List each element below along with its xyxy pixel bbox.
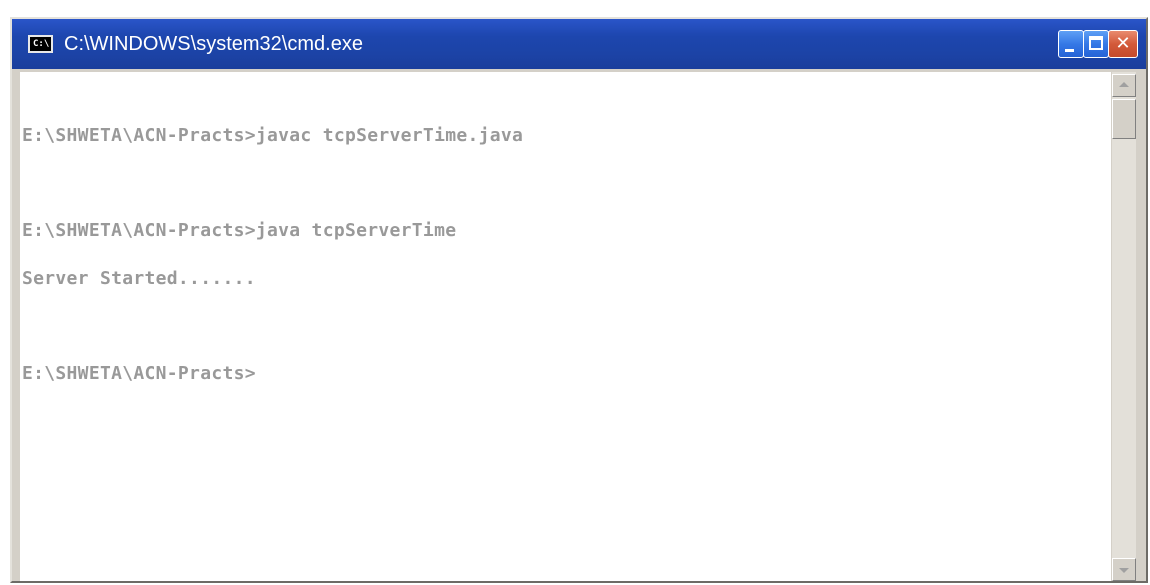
close-icon: ✕ <box>1115 33 1131 54</box>
console-line: Server Started....... <box>22 268 256 289</box>
console-line-blank <box>22 176 523 191</box>
title-bar[interactable]: C:\ C:\WINDOWS\system32\cmd.exe ✕ <box>12 19 1146 69</box>
maximize-button[interactable] <box>1083 30 1109 58</box>
console-line: E:\SHWETA\ACN-Practs>java tcpServerTime <box>22 220 457 241</box>
console-line-blank <box>22 319 523 334</box>
console-output: E:\SHWETA\ACN-Practs>javac tcpServerTime… <box>22 96 523 414</box>
cmd-icon-glyph: C:\ <box>33 39 50 49</box>
console-area[interactable]: E:\SHWETA\ACN-Practs>javac tcpServerTime… <box>20 72 1111 581</box>
cmd-window-icon[interactable]: C:\ <box>28 35 53 53</box>
scroll-down-button[interactable] <box>1112 558 1136 581</box>
maximize-icon <box>1089 36 1103 50</box>
console-line: E:\SHWETA\ACN-Practs> <box>22 363 256 384</box>
scroll-up-button[interactable] <box>1112 74 1136 97</box>
vertical-scrollbar[interactable] <box>1112 72 1136 581</box>
scrollbar-thumb[interactable] <box>1112 99 1136 139</box>
minimize-button[interactable] <box>1058 30 1084 58</box>
close-button[interactable]: ✕ <box>1108 30 1138 58</box>
console-line: E:\SHWETA\ACN-Practs>javac tcpServerTime… <box>22 125 524 146</box>
cmd-window: C:\ C:\WINDOWS\system32\cmd.exe ✕ E:\SHW… <box>10 17 1148 583</box>
scroll-down-arrow-icon <box>1119 568 1129 573</box>
scroll-up-arrow-icon <box>1119 82 1129 87</box>
minimize-icon <box>1065 49 1074 52</box>
window-title: C:\WINDOWS\system32\cmd.exe <box>64 33 363 55</box>
